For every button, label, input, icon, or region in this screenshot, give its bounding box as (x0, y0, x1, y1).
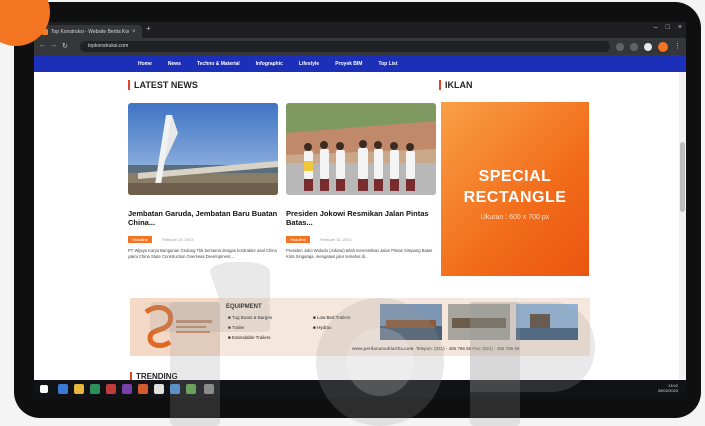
equipment-banner-ad[interactable]: EQUIPMENT ■ Tug Boats & Barges ■ Trailer… (130, 298, 590, 356)
bookmark-icon[interactable] (630, 43, 638, 51)
nav-item-news[interactable]: News (168, 61, 181, 67)
taskbar-app-icon[interactable] (106, 384, 116, 394)
inauguration-photo (286, 103, 436, 195)
article-excerpt: Presiden Joko Widodo (Jokowi) telah mere… (286, 248, 433, 259)
ad-line-special: SPECIAL (478, 168, 552, 185)
article-excerpt: PT Wijaya Karya Bangunan Gedung Tbk bers… (128, 248, 277, 259)
banner-item: ■ Hydrau (313, 325, 332, 330)
forward-icon[interactable]: → (50, 42, 57, 49)
article-date: Februari 10, 2023 (162, 237, 194, 242)
bridge-photo (128, 103, 278, 195)
browser-tab-strip: Top Konstruksi - Website Berita Kon... ×… (34, 22, 686, 38)
company-logo (130, 298, 220, 356)
ad-heading: IKLAN (439, 80, 473, 90)
banner-item: ■ Tug Boats & Barges (228, 315, 272, 320)
close-window-button[interactable]: × (678, 24, 682, 31)
nav-item-proyek-bim[interactable]: Proyek BIM (335, 61, 362, 67)
site-navigation: Home News Techno & Material Infographic … (34, 55, 686, 72)
menu-icon[interactable]: ⋮ (674, 42, 681, 50)
taskbar-app-icon[interactable] (58, 384, 68, 394)
scrollbar-thumb[interactable] (680, 142, 685, 212)
ad-line-rectangle: RECTANGLE (463, 189, 567, 206)
maximize-button[interactable]: □ (666, 24, 670, 31)
chrome-icon[interactable] (154, 384, 164, 394)
back-icon[interactable]: ← (39, 42, 46, 49)
file-explorer-icon[interactable] (74, 384, 84, 394)
share-icon[interactable] (616, 43, 624, 51)
browser-tab[interactable]: Top Konstruksi - Website Berita Kon... × (38, 25, 142, 38)
banner-item: ■ Trailer (228, 325, 245, 330)
article-headline[interactable]: Presiden Jokowi Resmikan Jalan Pintas Ba… (286, 209, 436, 227)
article-image-jokowi[interactable] (286, 103, 436, 195)
window-controls: – □ × (654, 24, 682, 31)
browser-toolbar: ← → ↻ topkonstruksi.com ⋮ (34, 38, 686, 55)
banner-heading: EQUIPMENT (226, 304, 262, 310)
category-badge[interactable]: Headline (128, 236, 152, 243)
taskbar-app-icon[interactable] (170, 384, 180, 394)
ad-size-text: Ukuran : 600 x 700 px (480, 214, 550, 221)
nav-item-top-list[interactable]: Top List (378, 61, 397, 67)
category-badge[interactable]: Headline (286, 236, 310, 243)
banner-contact: www.perdanamultiartha.com Telepon: (021)… (352, 346, 520, 351)
article-image-bridge[interactable] (128, 103, 278, 195)
nav-item-lifestyle[interactable]: Lifestyle (299, 61, 319, 67)
taskbar-app-icon[interactable] (204, 384, 214, 394)
article-date: Februari 10, 2023 (320, 237, 352, 242)
nav-item-home[interactable]: Home (138, 61, 152, 67)
page-scrollbar[interactable] (679, 72, 686, 398)
minimize-button[interactable]: – (654, 24, 658, 31)
special-rectangle-ad[interactable]: SPECIAL RECTANGLE Ukuran : 600 x 700 px (441, 102, 589, 276)
system-clock[interactable]: 13:02 05/02/2023 (658, 383, 678, 393)
tab-title: Top Konstruksi - Website Berita Kon... (51, 28, 129, 35)
taskbar-app-icon[interactable] (122, 384, 132, 394)
extension-icon[interactable] (644, 43, 652, 51)
nav-item-techno-material[interactable]: Techno & Material (197, 61, 240, 67)
new-tab-button[interactable]: + (146, 24, 151, 33)
article-headline[interactable]: Jembatan Garuda, Jembatan Baru Buatan Ch… (128, 209, 278, 227)
banner-item: ■ Low Bed Trailers (313, 315, 351, 320)
taskbar-app-icon[interactable] (90, 384, 100, 394)
taskbar-app-icon[interactable] (138, 384, 148, 394)
reload-icon[interactable]: ↻ (62, 42, 68, 50)
address-bar[interactable]: topkonstruksi.com (80, 41, 610, 52)
taskbar-app-icon[interactable] (186, 384, 196, 394)
browser-screen: Top Konstruksi - Website Berita Kon... ×… (34, 22, 686, 398)
tab-close-icon[interactable]: × (132, 29, 136, 35)
windows-taskbar: 13:02 05/02/2023 (34, 380, 686, 398)
latest-news-heading: LATEST NEWS (128, 80, 198, 90)
start-icon[interactable] (40, 385, 48, 393)
equipment-photos (380, 304, 578, 340)
nav-item-infographic[interactable]: Infographic (256, 61, 283, 67)
banner-item: ■ Extendable Trailers (228, 335, 271, 340)
profile-avatar[interactable] (658, 42, 668, 52)
